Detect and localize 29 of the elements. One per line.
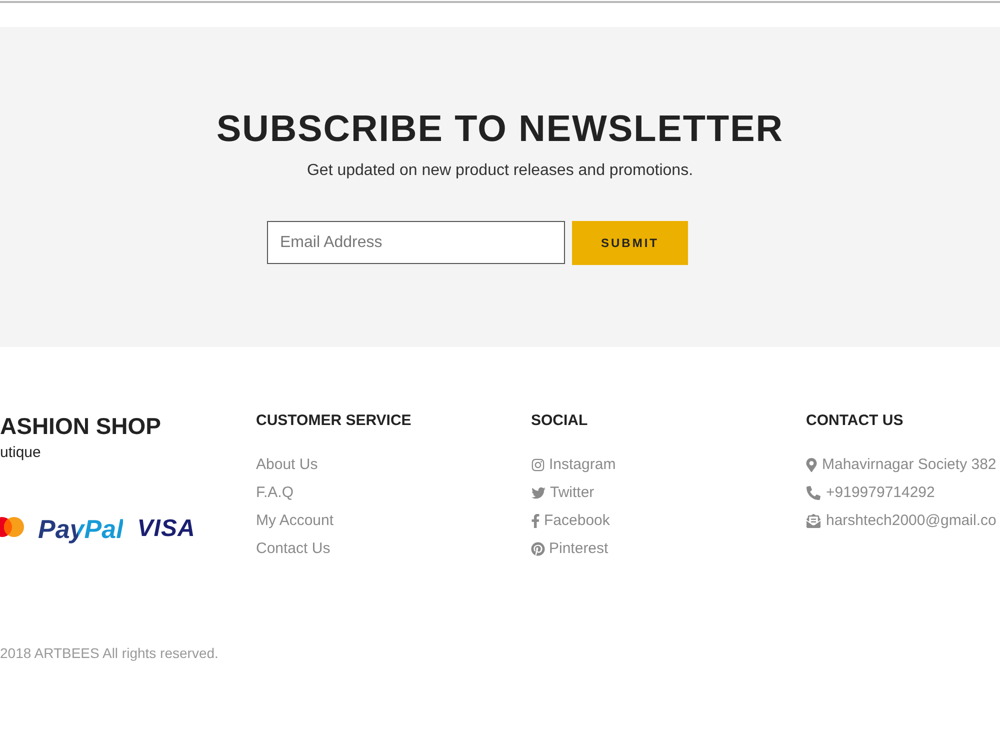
newsletter-subtitle: Get updated on new product releases and promotions. [306, 161, 694, 181]
footer-link[interactable]: Contact Us [256, 539, 330, 559]
envelope-icon [806, 514, 821, 528]
brand-tagline: utique [0, 443, 42, 463]
contact-text: harshtech2000@gmail.co [826, 511, 996, 531]
payment-wordmark: VISA [137, 514, 196, 544]
pinterest-icon [531, 542, 545, 556]
twitter-icon [531, 486, 546, 500]
footer-link[interactable]: About Us [256, 455, 318, 475]
social-link[interactable]: Facebook [531, 511, 610, 531]
copyright-text: 2018 ARTBEES All rights reserved. [0, 644, 220, 663]
map-pin-icon [806, 458, 817, 472]
contact-text: +919979714292 [826, 483, 935, 503]
instagram-icon [531, 458, 545, 472]
footer-link[interactable]: My Account [256, 511, 334, 531]
social-link[interactable]: Instagram [531, 455, 616, 475]
phone-icon [806, 486, 821, 500]
contact-text: Mahavirnagar Society 382 [822, 455, 996, 475]
column-heading: SOCIAL [531, 412, 589, 430]
brand-name: ASHION SHOP [0, 412, 162, 440]
column-heading: CUSTOMER SERVICE [256, 412, 412, 430]
submit-button[interactable]: SUBMIT [572, 221, 688, 265]
facebook-icon [531, 514, 540, 528]
newsletter-title: SUBSCRIBE TO NEWSLETTER [216, 107, 784, 151]
email-input[interactable]: Email Address [267, 221, 565, 264]
social-link[interactable]: Pinterest [531, 539, 608, 559]
social-link[interactable]: Twitter [531, 483, 594, 503]
footer-link[interactable]: F.A.Q [256, 483, 294, 503]
column-heading: CONTACT US [806, 412, 904, 430]
